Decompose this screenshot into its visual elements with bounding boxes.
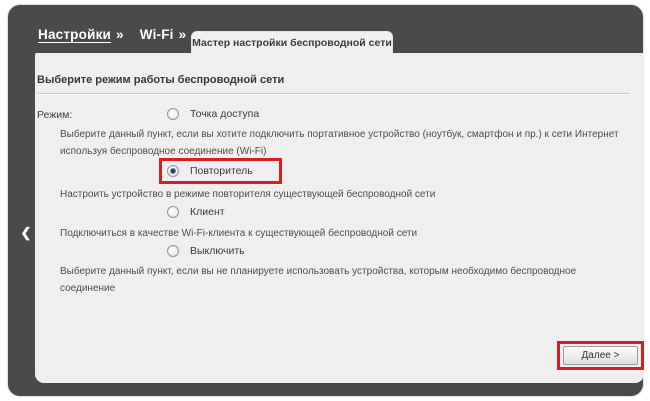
off-description: Выберите данный пункт, если вы не планир… — [60, 263, 634, 297]
breadcrumb: Настройки» Wi-Fi» — [38, 27, 186, 42]
wizard-content-panel — [35, 53, 644, 383]
next-button[interactable]: Далее > — [563, 346, 638, 365]
radio-repeater-label[interactable]: Повторитель — [190, 165, 253, 177]
mode-field-label: Режим: — [37, 109, 72, 121]
sidebar-collapse-icon[interactable]: ❮ — [18, 224, 34, 242]
divider — [37, 93, 629, 95]
radio-off-label[interactable]: Выключить — [190, 245, 245, 257]
radio-client-label[interactable]: Клиент — [190, 206, 225, 218]
radio-repeater[interactable] — [167, 165, 179, 177]
tab-wireless-wizard[interactable]: Мастер настройки беспроводной сети — [191, 31, 393, 53]
client-description: Подключиться в качестве Wi-Fi-клиента к … — [60, 225, 634, 242]
router-setup-page: { "frame": { "breadcrumbs": [ { "label":… — [0, 0, 650, 401]
radio-access-point[interactable] — [167, 108, 179, 120]
page-title: Выберите режим работы беспроводной сети — [37, 74, 284, 86]
breadcrumb-wifi[interactable]: Wi-Fi» — [140, 27, 187, 42]
access-point-description: Выберите данный пункт, если вы хотите по… — [60, 126, 634, 160]
radio-access-point-label[interactable]: Точка доступа — [190, 108, 259, 120]
radio-off[interactable] — [167, 245, 179, 257]
breadcrumb-settings[interactable]: Настройки» — [38, 27, 124, 42]
radio-client[interactable] — [167, 206, 179, 218]
repeater-description: Настроить устройство в режиме повторител… — [60, 186, 634, 203]
